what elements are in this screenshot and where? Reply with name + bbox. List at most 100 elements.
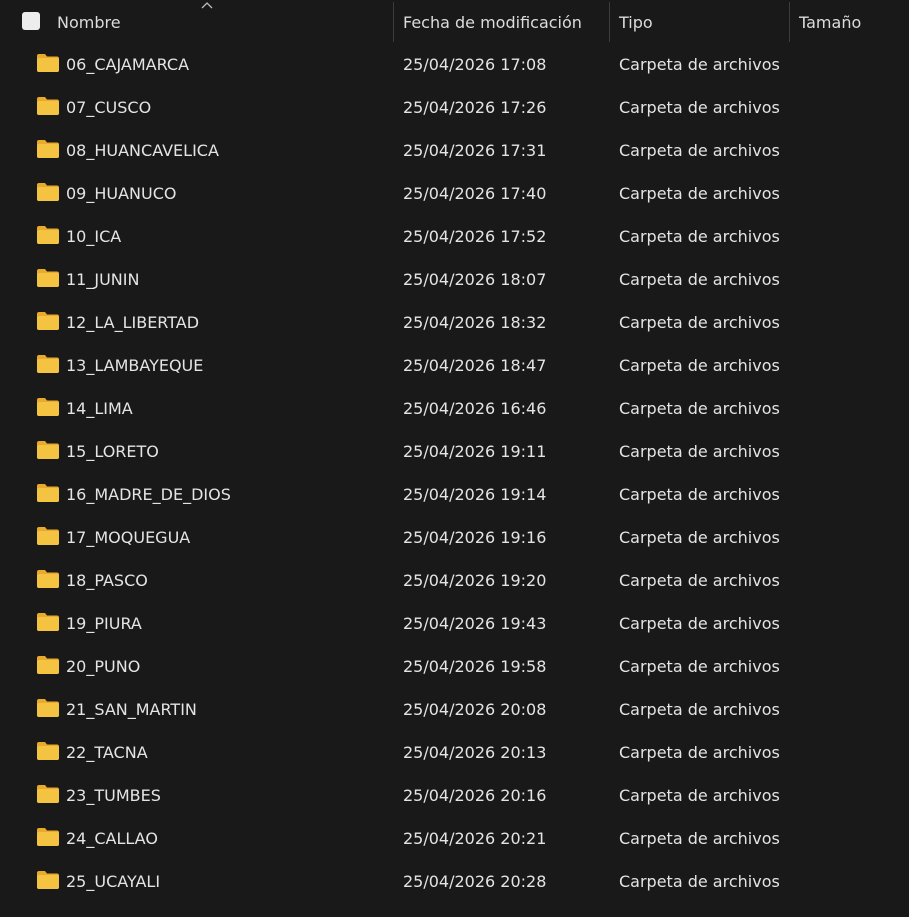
modified-date: 25/04/2026 17:40 <box>403 184 547 203</box>
file-type: Carpeta de archivos <box>619 356 780 375</box>
folder-icon <box>37 742 59 760</box>
list-item[interactable]: 10_ICA 25/04/2026 17:52 Carpeta de archivo… <box>0 215 909 258</box>
column-header-bar: Nombre Fecha de modificación Tipo Tamaño <box>0 0 909 44</box>
folder-icon <box>37 398 59 416</box>
list-item[interactable]: 24_CALLAO 25/04/2026 20:21 Carpeta de arch… <box>0 817 909 860</box>
modified-date: 25/04/2026 20:08 <box>403 700 547 719</box>
folder-icon <box>37 226 59 244</box>
list-item[interactable]: 23_TUMBES 25/04/2026 20:16 Carpeta de arch… <box>0 774 909 817</box>
modified-date: 25/04/2026 20:16 <box>403 786 547 805</box>
modified-date: 25/04/2026 19:43 <box>403 614 547 633</box>
list-item[interactable]: 11_JUNIN 25/04/2026 18:07 Carpeta de archi… <box>0 258 909 301</box>
file-name: 12_LA_LIBERTAD <box>66 313 200 332</box>
modified-date: 25/04/2026 18:32 <box>403 313 547 332</box>
folder-icon <box>37 828 59 846</box>
file-type: Carpeta de archivos <box>619 829 780 848</box>
folder-icon <box>37 613 59 631</box>
list-item[interactable]: 25_UCAYALI 25/04/2026 20:28 Carpeta de arc… <box>0 860 909 903</box>
column-divider[interactable] <box>789 2 790 42</box>
folder-icon <box>37 269 59 287</box>
folder-icon <box>37 871 59 889</box>
modified-date: 25/04/2026 20:28 <box>403 872 547 891</box>
file-name: 11_JUNIN <box>66 270 140 289</box>
list-item[interactable]: 12_LA_LIBERTAD 25/04/2026 18:32 Carpeta de… <box>0 301 909 344</box>
file-name: 19_PIURA <box>66 614 142 633</box>
file-type: Carpeta de archivos <box>619 786 780 805</box>
file-name: 24_CALLAO <box>66 829 158 848</box>
file-name: 17_MOQUEGUA <box>66 528 191 547</box>
file-type: Carpeta de archivos <box>619 98 780 117</box>
folder-icon <box>37 484 59 502</box>
file-name: 16_MADRE_DE_DIOS <box>66 485 231 504</box>
folder-icon <box>37 656 59 674</box>
sort-ascending-icon <box>201 2 213 9</box>
modified-date: 25/04/2026 19:16 <box>403 528 547 547</box>
list-item[interactable]: 09_HUANUCO 25/04/2026 17:40 Carpeta de arc… <box>0 172 909 215</box>
folder-icon <box>37 140 59 158</box>
modified-date: 25/04/2026 19:14 <box>403 485 547 504</box>
folder-icon <box>37 570 59 588</box>
folder-icon <box>37 785 59 803</box>
modified-date: 25/04/2026 17:26 <box>403 98 547 117</box>
file-type: Carpeta de archivos <box>619 528 780 547</box>
file-name: 18_PASCO <box>66 571 148 590</box>
file-type: Carpeta de archivos <box>619 872 780 891</box>
file-type: Carpeta de archivos <box>619 614 780 633</box>
folder-icon <box>37 97 59 115</box>
file-list: 06_CAJAMARCA 25/04/2026 17:08 Carpeta de a… <box>0 43 909 903</box>
list-item[interactable]: 15_LORETO 25/04/2026 19:11 Carpeta de arch… <box>0 430 909 473</box>
file-type: Carpeta de archivos <box>619 313 780 332</box>
column-header-date[interactable]: Fecha de modificación <box>403 0 582 42</box>
file-type: Carpeta de archivos <box>619 571 780 590</box>
file-type: Carpeta de archivos <box>619 399 780 418</box>
modified-date: 25/04/2026 19:11 <box>403 442 547 461</box>
list-item[interactable]: 21_SAN_MARTIN 25/04/2026 20:08 Carpeta de … <box>0 688 909 731</box>
file-name: 22_TACNA <box>66 743 148 762</box>
folder-icon <box>37 699 59 717</box>
list-item[interactable]: 07_CUSCO 25/04/2026 17:26 Carpeta de archi… <box>0 86 909 129</box>
file-type: Carpeta de archivos <box>619 270 780 289</box>
list-item[interactable]: 20_PUNO 25/04/2026 19:58 Carpeta de archiv… <box>0 645 909 688</box>
list-item[interactable]: 22_TACNA 25/04/2026 20:13 Carpeta de archi… <box>0 731 909 774</box>
folder-icon <box>37 312 59 330</box>
folder-icon <box>37 183 59 201</box>
column-divider[interactable] <box>609 2 610 42</box>
file-type: Carpeta de archivos <box>619 743 780 762</box>
file-name: 10_ICA <box>66 227 122 246</box>
modified-date: 25/04/2026 17:31 <box>403 141 547 160</box>
file-name: 20_PUNO <box>66 657 141 676</box>
list-item[interactable]: 18_PASCO 25/04/2026 19:20 Carpeta de archi… <box>0 559 909 602</box>
modified-date: 25/04/2026 19:20 <box>403 571 547 590</box>
file-name: 08_HUANCAVELICA <box>66 141 219 160</box>
column-header-name[interactable]: Nombre <box>57 0 121 42</box>
file-type: Carpeta de archivos <box>619 55 780 74</box>
modified-date: 25/04/2026 16:46 <box>403 399 547 418</box>
file-type: Carpeta de archivos <box>619 141 780 160</box>
file-type: Carpeta de archivos <box>619 485 780 504</box>
modified-date: 25/04/2026 18:47 <box>403 356 547 375</box>
list-item[interactable]: 16_MADRE_DE_DIOS 25/04/2026 19:14 Carpeta … <box>0 473 909 516</box>
list-item[interactable]: 17_MOQUEGUA 25/04/2026 19:16 Carpeta de ar… <box>0 516 909 559</box>
list-item[interactable]: 14_LIMA 25/04/2026 16:46 Carpeta de archiv… <box>0 387 909 430</box>
column-divider[interactable] <box>393 2 394 42</box>
folder-icon <box>37 527 59 545</box>
list-item[interactable]: 08_HUANCAVELICA 25/04/2026 17:31 Carpeta d… <box>0 129 909 172</box>
column-header-type[interactable]: Tipo <box>619 0 653 42</box>
folder-icon <box>37 54 59 72</box>
modified-date: 25/04/2026 20:13 <box>403 743 547 762</box>
column-header-size[interactable]: Tamaño <box>799 0 861 42</box>
file-type: Carpeta de archivos <box>619 184 780 203</box>
file-type: Carpeta de archivos <box>619 442 780 461</box>
file-name: 09_HUANUCO <box>66 184 177 203</box>
modified-date: 25/04/2026 18:07 <box>403 270 547 289</box>
file-type: Carpeta de archivos <box>619 657 780 676</box>
file-name: 13_LAMBAYEQUE <box>66 356 204 375</box>
select-all-checkbox[interactable] <box>22 12 40 30</box>
list-item[interactable]: 06_CAJAMARCA 25/04/2026 17:08 Carpeta de a… <box>0 43 909 86</box>
list-item[interactable]: 13_LAMBAYEQUE 25/04/2026 18:47 Carpeta de … <box>0 344 909 387</box>
folder-icon <box>37 355 59 373</box>
file-name: 21_SAN_MARTIN <box>66 700 197 719</box>
list-item[interactable]: 19_PIURA 25/04/2026 19:43 Carpeta de archi… <box>0 602 909 645</box>
file-name: 14_LIMA <box>66 399 133 418</box>
folder-icon <box>37 441 59 459</box>
